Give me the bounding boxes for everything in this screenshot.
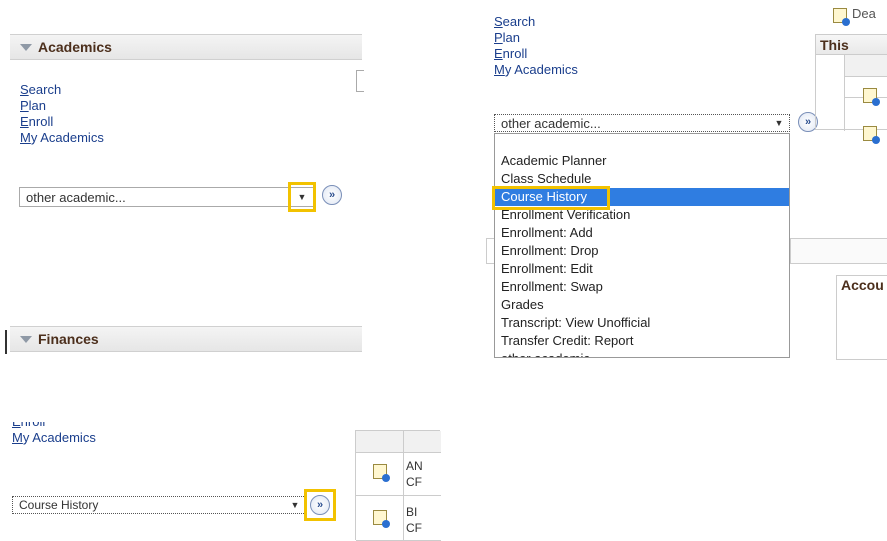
other-academic-select-2[interactable]: other academic... <box>494 114 790 132</box>
row-line2: CF <box>406 475 422 489</box>
this-header-text: This <box>820 37 849 53</box>
document-info-icon[interactable] <box>863 126 880 144</box>
select-value: other academic... <box>501 116 601 131</box>
option-grades[interactable]: Grades <box>495 296 789 314</box>
option-enrollment-add[interactable]: Enrollment: Add <box>495 224 789 242</box>
table-subheader <box>844 55 887 77</box>
dropdown-arrow-icon[interactable]: ▼ <box>295 190 309 204</box>
document-info-icon[interactable] <box>373 510 390 528</box>
finances-header[interactable]: Finances <box>10 326 362 352</box>
option-enrollment-swap[interactable]: Enrollment: Swap <box>495 278 789 296</box>
course-table <box>355 430 441 541</box>
partial-box <box>790 238 887 264</box>
go-button-highlight <box>304 489 336 521</box>
dropdown-arrow-icon[interactable]: ▼ <box>288 498 302 512</box>
course-history-select[interactable]: Course History <box>12 496 306 514</box>
academics-links-2: Search Plan Enroll My Academics <box>494 14 578 78</box>
academic-options-dropdown[interactable]: Academic Planner Class Schedule Course H… <box>494 133 790 358</box>
search-link[interactable]: Search <box>494 14 578 30</box>
plan-link[interactable]: Plan <box>20 98 104 114</box>
row-line1: BI <box>406 505 418 519</box>
academics-title: Academics <box>38 39 112 55</box>
enroll-link[interactable]: Enroll <box>12 422 96 430</box>
other-academic-select[interactable]: other academic... <box>19 187 315 207</box>
left-edge-mark <box>5 330 7 354</box>
document-info-icon[interactable] <box>863 88 880 106</box>
table-row: BI CF <box>406 504 422 536</box>
row-line2: CF <box>406 521 422 535</box>
option-academic-planner[interactable]: Academic Planner <box>495 152 789 170</box>
my-academics-link[interactable]: My Academics <box>12 430 96 446</box>
deadline-link-partial[interactable]: Dea <box>852 6 876 21</box>
option-other-academic[interactable]: other academic... <box>495 350 789 357</box>
select-value: Course History <box>19 498 99 512</box>
search-link[interactable]: Search <box>20 82 104 98</box>
academics-header[interactable]: Academics <box>10 34 362 60</box>
this-term-table: This <box>815 34 887 131</box>
collapse-triangle-icon[interactable] <box>20 44 32 51</box>
table-col-divider <box>403 431 404 541</box>
option-transfer-credit-report[interactable]: Transfer Credit: Report <box>495 332 789 350</box>
dropdown-arrow-icon[interactable]: ▼ <box>772 116 786 130</box>
option-enrollment-drop[interactable]: Enrollment: Drop <box>495 242 789 260</box>
go-button[interactable]: » <box>322 185 342 205</box>
row-line1: AN <box>406 459 423 473</box>
academics-links-3: Enroll My Academics <box>12 422 96 456</box>
enroll-link[interactable]: Enroll <box>494 46 578 62</box>
option-transcript-view-unofficial[interactable]: Transcript: View Unofficial <box>495 314 789 332</box>
plan-link[interactable]: Plan <box>494 30 578 46</box>
account-header-text: Accou <box>841 277 884 293</box>
enroll-link[interactable]: Enroll <box>20 114 104 130</box>
partial-box-edge <box>486 238 494 264</box>
finances-title: Finances <box>38 331 99 347</box>
course-history-highlight <box>492 186 610 210</box>
document-info-icon <box>833 8 850 26</box>
table-row: AN CF <box>406 458 423 490</box>
table-header <box>356 431 441 453</box>
academics-links: Search Plan Enroll My Academics <box>20 82 104 146</box>
my-academics-link[interactable]: My Academics <box>20 130 104 146</box>
option-enrollment-edit[interactable]: Enrollment: Edit <box>495 260 789 278</box>
select-value: other academic... <box>26 190 126 205</box>
document-info-icon[interactable] <box>373 464 390 482</box>
collapse-triangle-icon[interactable] <box>20 336 32 343</box>
table-col-divider <box>844 55 845 131</box>
table-row-divider <box>356 495 441 496</box>
search-box-edge <box>356 70 364 92</box>
my-academics-link[interactable]: My Academics <box>494 62 578 78</box>
